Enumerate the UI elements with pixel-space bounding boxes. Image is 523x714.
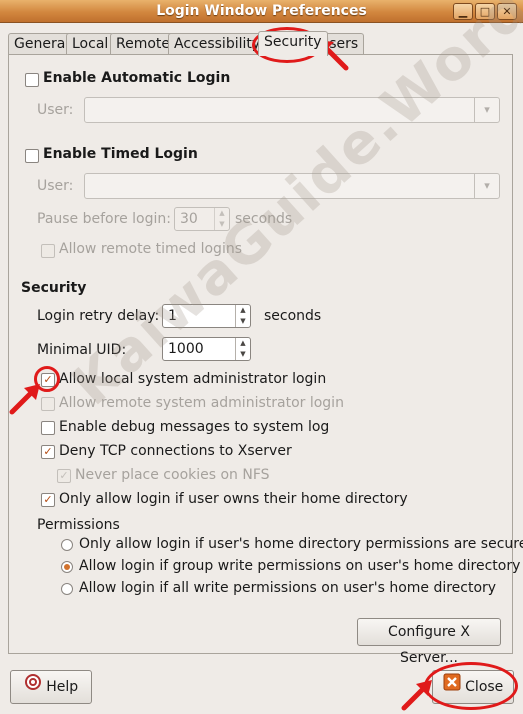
check-icon: ✓ xyxy=(43,373,53,386)
close-button[interactable]: Close xyxy=(432,670,514,704)
automatic-login-label: Enable Automatic Login xyxy=(43,70,231,86)
check-icon: ✓ xyxy=(43,445,53,458)
permission-group-write-label: Allow login if group write permissions o… xyxy=(79,558,521,574)
minimal-uid-value: 1000 xyxy=(168,341,204,357)
owns-home-label: Only allow login if user owns their home… xyxy=(59,491,408,507)
minimize-button[interactable]: ▁ xyxy=(453,3,473,20)
retry-delay-value: 1 xyxy=(168,308,177,324)
spin-arrows-icon[interactable]: ▲ ▼ xyxy=(235,338,250,360)
close-icon xyxy=(443,671,461,703)
permission-all-write-label: Allow login if all write permissions on … xyxy=(79,580,497,596)
permissions-label: Permissions xyxy=(37,517,120,533)
retry-delay-unit: seconds xyxy=(264,308,322,324)
retry-delay-spinner[interactable]: 1 ▲ ▼ xyxy=(162,304,251,328)
maximize-button[interactable]: □ xyxy=(475,3,495,20)
pause-unit: seconds xyxy=(235,211,293,227)
owns-home-checkbox[interactable]: ✓ xyxy=(41,493,55,507)
chevron-down-icon: ▾ xyxy=(474,98,499,122)
pause-value: 30 xyxy=(180,211,198,227)
chevron-down-icon: ▾ xyxy=(474,174,499,198)
help-button-label: Help xyxy=(46,679,79,695)
security-heading: Security xyxy=(21,280,87,296)
permission-secure-label: Only allow login if user's home director… xyxy=(79,536,523,552)
permission-all-write-radio[interactable] xyxy=(61,583,73,595)
permission-group-write-radio[interactable] xyxy=(61,561,73,573)
maximize-icon: □ xyxy=(479,5,491,18)
allow-local-admin-label: Allow local system administrator login xyxy=(59,371,327,387)
nfs-cookies-label: Never place cookies on NFS xyxy=(75,467,270,483)
automatic-login-checkbox[interactable] xyxy=(25,73,39,87)
timed-login-user-label: User: xyxy=(37,178,74,194)
check-icon: ✓ xyxy=(43,493,53,506)
deny-tcp-label: Deny TCP connections to Xserver xyxy=(59,443,292,459)
help-icon xyxy=(24,671,42,703)
allow-remote-admin-label: Allow remote system administrator login xyxy=(59,395,344,411)
check-icon: ✓ xyxy=(59,469,69,482)
automatic-login-user-label: User: xyxy=(37,102,74,118)
allow-remote-admin-checkbox[interactable] xyxy=(41,397,55,411)
window-title: Login Window Preferences xyxy=(156,3,367,19)
allow-remote-timed-checkbox[interactable] xyxy=(41,244,55,258)
minimal-uid-spinner[interactable]: 1000 ▲ ▼ xyxy=(162,337,251,361)
permission-secure-radio[interactable] xyxy=(61,539,73,551)
close-button-label: Close xyxy=(465,679,504,695)
allow-local-admin-checkbox[interactable]: ✓ xyxy=(41,373,55,387)
title-bar: Login Window Preferences ▁ □ ✕ xyxy=(0,0,523,23)
tab-security[interactable]: Security xyxy=(258,31,328,56)
security-panel: Enable Automatic Login User: ▾ Enable Ti… xyxy=(8,54,523,666)
close-window-button[interactable]: ✕ xyxy=(497,3,517,20)
help-button[interactable]: Help xyxy=(10,670,92,704)
debug-messages-checkbox[interactable] xyxy=(41,421,55,435)
retry-delay-label: Login retry delay: xyxy=(37,308,160,324)
close-icon: ✕ xyxy=(502,5,512,18)
minimize-icon: ▁ xyxy=(458,5,468,18)
allow-remote-timed-label: Allow remote timed logins xyxy=(59,241,243,257)
deny-tcp-checkbox[interactable]: ✓ xyxy=(41,445,55,459)
automatic-login-user-combo[interactable]: ▾ xyxy=(84,97,500,123)
timed-login-label: Enable Timed Login xyxy=(43,146,198,162)
nfs-cookies-checkbox[interactable]: ✓ xyxy=(57,469,71,483)
pause-spinner[interactable]: 30 ▲ ▼ xyxy=(174,207,230,231)
spin-arrows-icon[interactable]: ▲ ▼ xyxy=(214,208,229,230)
tab-remote[interactable]: Remote xyxy=(110,33,177,55)
pause-label: Pause before login: xyxy=(37,211,171,227)
tab-accessibility[interactable]: Accessibility xyxy=(168,33,267,55)
debug-messages-label: Enable debug messages to system log xyxy=(59,419,330,435)
minimal-uid-label: Minimal UID: xyxy=(37,342,127,358)
spin-arrows-icon[interactable]: ▲ ▼ xyxy=(235,305,250,327)
timed-login-checkbox[interactable] xyxy=(25,149,39,163)
timed-login-user-combo[interactable]: ▾ xyxy=(84,173,500,199)
configure-x-server-button[interactable]: Configure X Server... xyxy=(357,618,501,666)
tab-local[interactable]: Local xyxy=(66,33,115,55)
